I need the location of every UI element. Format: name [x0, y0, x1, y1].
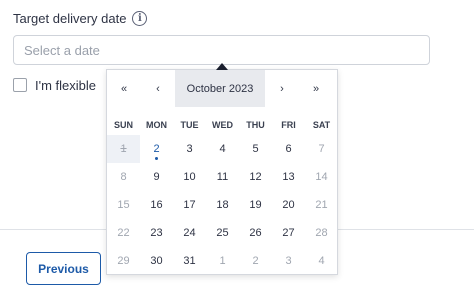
weekday-header: THU	[246, 120, 265, 130]
calendar-day[interactable]: 9	[140, 163, 173, 191]
calendar-day[interactable]: 3	[173, 135, 206, 163]
next-month-button[interactable]: ›	[265, 70, 299, 107]
calendar-day[interactable]: 14	[305, 163, 338, 191]
calendar-day[interactable]: 28	[305, 219, 338, 247]
calendar-day[interactable]: 19	[239, 191, 272, 219]
calendar-day[interactable]: 8	[107, 163, 140, 191]
next-year-button[interactable]: »	[299, 70, 333, 107]
month-year-title[interactable]: October 2023	[175, 70, 265, 107]
calendar-day[interactable]: 17	[173, 191, 206, 219]
previous-button[interactable]: Previous	[26, 252, 101, 285]
date-picker-popup: « ‹ October 2023 › » SUN MON TUE WED THU FRI S…	[106, 63, 338, 275]
calendar-day[interactable]: 25	[206, 219, 239, 247]
field-label-text: Target delivery date	[13, 10, 127, 26]
popup-caret	[216, 63, 228, 70]
calendar-day[interactable]: 4	[206, 135, 239, 163]
calendar-day[interactable]: 13	[272, 163, 305, 191]
flexible-option[interactable]: I'm flexible	[13, 77, 96, 93]
calendar-day[interactable]: 11	[206, 163, 239, 191]
weekday-header: WED	[212, 120, 233, 130]
flexible-label: I'm flexible	[35, 77, 97, 93]
calendar-day[interactable]: 22	[107, 219, 140, 247]
info-icon[interactable]: i	[132, 10, 148, 26]
calendar-day[interactable]: 24	[173, 219, 206, 247]
calendar-day[interactable]: 20	[272, 191, 305, 219]
calendar-day[interactable]: 1	[206, 247, 239, 275]
calendar-day[interactable]: 12	[239, 163, 272, 191]
calendar-day[interactable]: 15	[107, 191, 140, 219]
prev-year-button[interactable]: «	[107, 70, 141, 107]
calendar-day[interactable]: 18	[206, 191, 239, 219]
weekday-header: SUN	[113, 120, 133, 130]
prev-month-button[interactable]: ‹	[141, 70, 175, 107]
calendar-day[interactable]: 23	[140, 219, 173, 247]
calendar-grid: SUN MON TUE WED THU FRI SAT 1 2 3 4 5 6 7 8 9 10 11 12 13 14…	[107, 107, 337, 275]
flexible-checkbox[interactable]	[13, 78, 27, 92]
calendar-day[interactable]: 2	[239, 247, 272, 275]
calendar-day-today[interactable]: 2	[140, 135, 173, 163]
calendar-day[interactable]: 6	[272, 135, 305, 163]
weekday-header: MON	[146, 120, 167, 130]
calendar-day[interactable]: 16	[140, 191, 173, 219]
calendar-day[interactable]: 4	[305, 247, 338, 275]
calendar-day[interactable]: 7	[305, 135, 338, 163]
calendar-day[interactable]: 31	[173, 247, 206, 275]
weekday-header: SAT	[312, 120, 331, 130]
calendar-day[interactable]: 26	[239, 219, 272, 247]
calendar-day[interactable]: 5	[239, 135, 272, 163]
target-delivery-date-label: Target delivery date i	[13, 9, 148, 27]
calendar-day[interactable]: 27	[272, 219, 305, 247]
calendar-header: « ‹ October 2023 › »	[107, 70, 337, 107]
calendar-day[interactable]: 21	[305, 191, 338, 219]
calendar-day[interactable]: 3	[272, 247, 305, 275]
weekday-header: TUE	[180, 120, 199, 130]
calendar-day[interactable]: 10	[173, 163, 206, 191]
calendar-day[interactable]: 30	[140, 247, 173, 275]
date-input[interactable]	[13, 35, 430, 65]
calendar-day[interactable]: 29	[107, 247, 140, 275]
calendar-day-disabled: 1	[107, 135, 140, 163]
weekday-header: FRI	[281, 120, 296, 130]
